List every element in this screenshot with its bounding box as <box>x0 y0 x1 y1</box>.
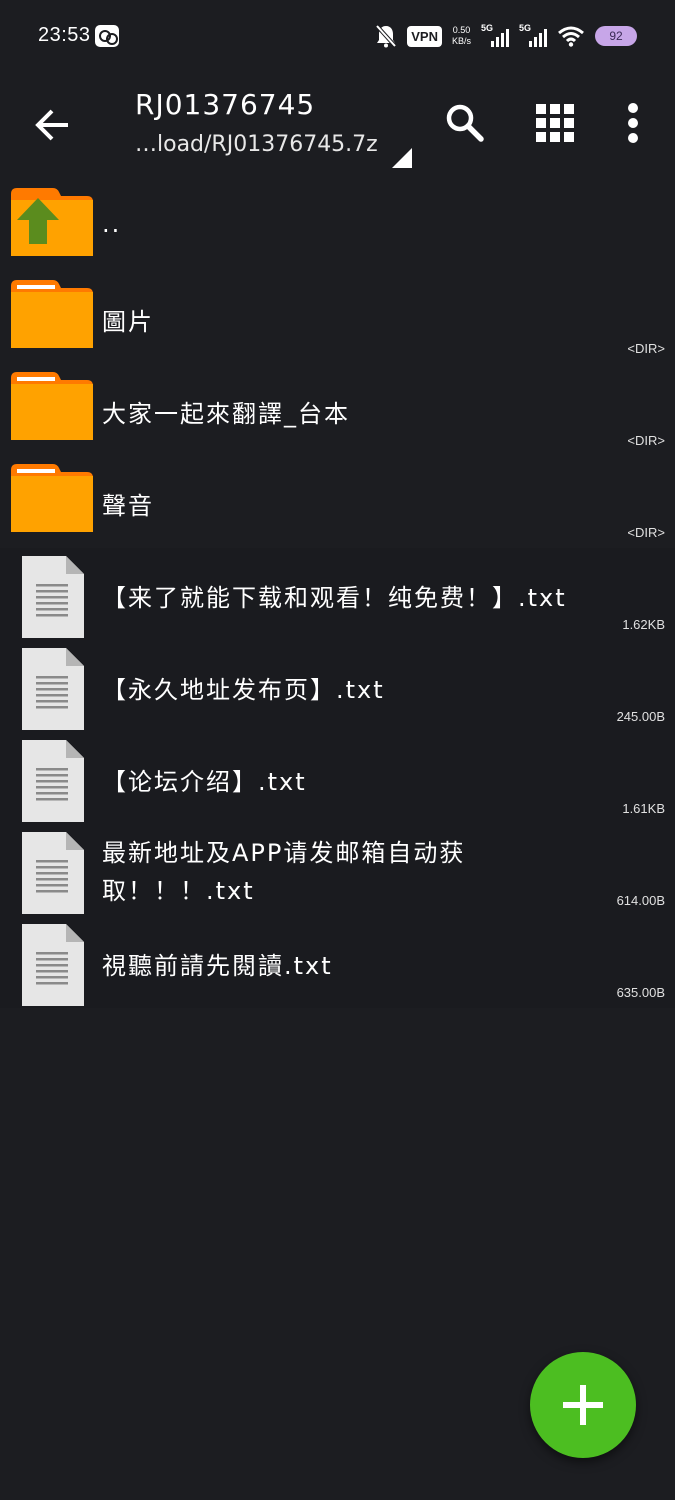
status-bar: 23:53 VPN 0.50 KB/s 5G 5G 92 <box>0 0 675 72</box>
item-meta: 1.62KB <box>622 617 665 632</box>
text-file-icon <box>22 832 84 914</box>
text-file-icon <box>22 648 84 730</box>
item-name: 【论坛介绍】.txt <box>102 768 307 796</box>
add-button[interactable] <box>530 1352 636 1458</box>
list-item-file[interactable]: 視聽前請先閱讀.txt 635.00B <box>0 916 675 1008</box>
item-meta: 635.00B <box>616 985 665 1000</box>
signal-2: 5G <box>519 23 547 49</box>
text-file-icon <box>22 924 84 1006</box>
bell-muted-icon <box>375 24 397 48</box>
item-name: 大家一起來翻譯_台本 <box>102 400 350 428</box>
back-button[interactable] <box>28 100 78 150</box>
item-name: 【永久地址发布页】.txt <box>102 676 385 704</box>
list-item-parent[interactable]: .. <box>0 180 675 272</box>
folder-icon <box>11 464 93 532</box>
folder-up-icon <box>11 188 93 256</box>
arrow-left-icon <box>35 109 68 141</box>
folder-icon <box>11 372 93 440</box>
signal-bars-icon <box>529 29 547 47</box>
archive-title: RJ01376745 <box>135 88 316 121</box>
plus-icon <box>563 1385 603 1425</box>
item-name: 最新地址及APP请发邮箱自动获取！！！.txt <box>102 839 466 905</box>
dropdown-triangle-icon[interactable] <box>392 148 412 168</box>
status-icons: VPN 0.50 KB/s 5G 5G 92 <box>375 20 637 52</box>
item-meta: 245.00B <box>616 709 665 724</box>
signal-1: 5G <box>481 23 509 49</box>
more-options-button[interactable] <box>608 98 658 148</box>
item-meta: <DIR> <box>627 341 665 356</box>
item-name: 聲音 <box>102 492 154 520</box>
speed-value: 0.50 <box>452 25 471 35</box>
item-name: 視聽前請先閱讀.txt <box>102 952 333 980</box>
search-icon <box>446 104 484 142</box>
vpn-badge: VPN <box>407 25 442 47</box>
item-meta: <DIR> <box>627 525 665 540</box>
file-list: .. 圖片 <DIR> 大家一起來翻譯_台本 <DIR> 聲音 <DIR> 【来… <box>0 180 675 1008</box>
gamepad-icon <box>95 25 119 47</box>
search-button[interactable] <box>440 98 490 148</box>
battery-indicator: 92 <box>595 26 637 46</box>
item-name: .. <box>102 210 122 238</box>
list-item-file[interactable]: 【来了就能下载和观看！纯免费！】.txt 1.62KB <box>0 548 675 640</box>
status-time: 23:53 <box>38 24 91 46</box>
item-name: 圖片 <box>102 308 154 336</box>
speed-unit: KB/s <box>451 36 471 46</box>
list-item-folder[interactable]: 聲音 <DIR> <box>0 456 675 548</box>
text-file-icon <box>22 556 84 638</box>
more-vert-icon <box>628 103 638 143</box>
network-speed: 0.50 KB/s <box>452 25 471 47</box>
list-item-folder[interactable]: 圖片 <DIR> <box>0 272 675 364</box>
app-toolbar: RJ01376745 …load/RJ01376745.7z <box>0 72 675 176</box>
list-item-folder[interactable]: 大家一起來翻譯_台本 <DIR> <box>0 364 675 456</box>
item-name: 【来了就能下载和观看！纯免费！】.txt <box>102 584 567 612</box>
item-meta: <DIR> <box>627 433 665 448</box>
item-meta: 1.61KB <box>622 801 665 816</box>
text-file-icon <box>22 740 84 822</box>
folder-icon <box>11 280 93 348</box>
list-item-file[interactable]: 【永久地址发布页】.txt 245.00B <box>0 640 675 732</box>
grid-icon <box>536 104 574 142</box>
archive-path[interactable]: …load/RJ01376745.7z <box>135 132 378 157</box>
signal-bars-icon <box>491 29 509 47</box>
list-item-file[interactable]: 【论坛介绍】.txt 1.61KB <box>0 732 675 824</box>
grid-view-button[interactable] <box>530 98 580 148</box>
list-item-file[interactable]: 最新地址及APP请发邮箱自动获取！！！.txt 614.00B <box>0 824 675 916</box>
wifi-icon <box>558 26 584 47</box>
item-meta: 614.00B <box>616 893 665 908</box>
